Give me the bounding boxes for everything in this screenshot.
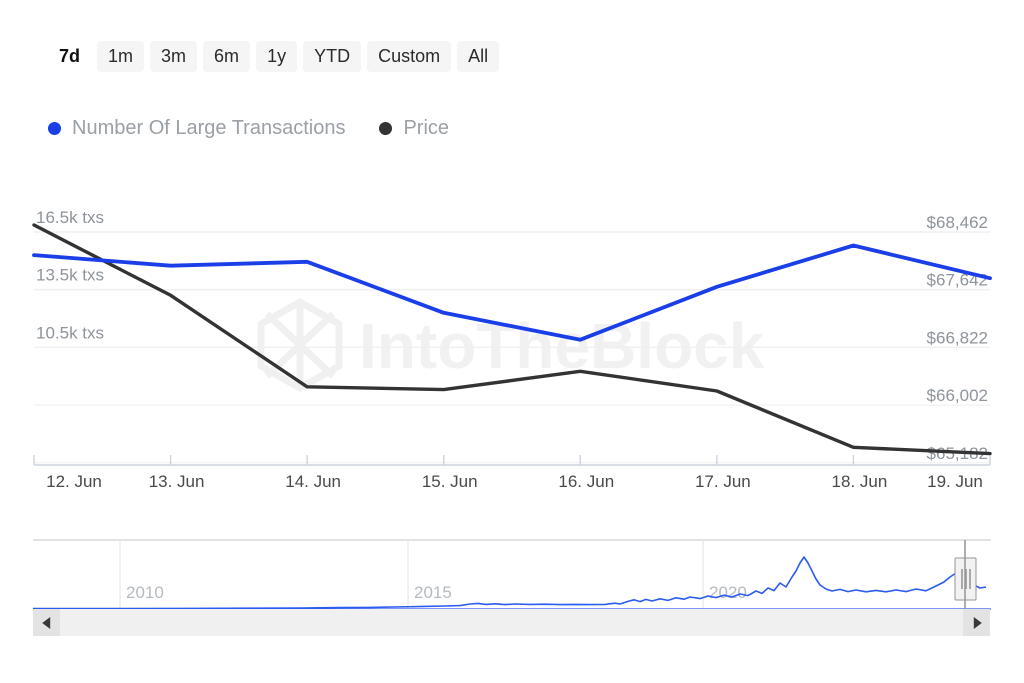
range-button-1m[interactable]: 1m [97,41,144,72]
navigator-scrollbar[interactable] [33,609,990,636]
x-axis-tick-label: 14. Jun [285,472,341,490]
legend-item-price[interactable]: Price [379,118,449,138]
range-button-7d[interactable]: 7d [48,41,91,72]
range-button-all[interactable]: All [457,41,499,72]
navigator-year-dividers [120,540,703,609]
right-axis-tick-label: $66,822 [927,328,988,347]
legend-label-large-transactions: Number Of Large Transactions [72,118,345,138]
chart-legend: Number Of Large Transactions Price [48,112,449,144]
left-axis-tick-label: 10.5k txs [36,323,104,342]
x-axis-tick-labels: 12. Jun 13. Jun 14. Jun 15. Jun 16. Jun 17. J… [46,472,983,490]
navigator-series-line [33,557,986,609]
x-axis-tick-label: 19. Jun [927,472,983,490]
x-axis-tick-label: 12. Jun [46,472,102,490]
chart-svg: 16.5k txs 13.5k txs 10.5k txs $68,462 $67,6… [0,190,1024,490]
chart-widget: 7d 1m 3m 6m 1y YTD Custom All Number Of … [0,0,1024,683]
left-axis-tick-label: 16.5k txs [36,208,104,227]
x-axis-tick-label: 16. Jun [558,472,614,490]
legend-item-large-transactions[interactable]: Number Of Large Transactions [48,118,345,138]
right-axis-tick-label: $68,462 [927,213,988,232]
x-axis-tick-label: 18. Jun [832,472,888,490]
range-button-custom[interactable]: Custom [367,41,451,72]
left-axis-labels: 16.5k txs 13.5k txs 10.5k txs [36,208,104,342]
scrollbar-track[interactable] [33,609,990,636]
large-transactions-series-line [34,246,990,340]
scrollbar-right-button[interactable] [963,609,990,636]
right-axis-labels: $68,462$67,642$66,822$66,002$65,182 [927,213,988,463]
x-axis-tick-label: 15. Jun [422,472,478,490]
navigator-year-label: 2015 [414,583,452,602]
navigator-year-label: 2010 [126,583,164,602]
chart-plot-area[interactable]: 16.5k txs 13.5k txs 10.5k txs $68,462 $67,6… [0,190,1024,490]
range-button-6m[interactable]: 6m [203,41,250,72]
legend-label-price: Price [403,118,449,138]
range-button-3m[interactable]: 3m [150,41,197,72]
arrow-left-icon [42,617,50,629]
x-axis-tick-label: 13. Jun [149,472,205,490]
price-series-line [34,225,990,454]
right-axis-tick-label: $66,002 [927,386,988,405]
x-axis-tick-label: 17. Jun [695,472,751,490]
x-axis-ticks [34,455,990,465]
right-axis-tick-label: $67,642 [927,271,988,290]
arrow-right-icon [973,617,981,629]
legend-dot-icon [379,122,392,135]
navigator-year-label: 2020 [709,583,747,602]
legend-dot-icon [48,122,61,135]
scrollbar-left-button[interactable] [33,609,60,636]
navigator-year-labels: 2010 2015 2020 [126,583,747,602]
left-axis-tick-label: 13.5k txs [36,266,104,285]
range-button-1y[interactable]: 1y [256,41,297,72]
range-button-ytd[interactable]: YTD [303,41,361,72]
range-selector: 7d 1m 3m 6m 1y YTD Custom All [48,38,499,74]
